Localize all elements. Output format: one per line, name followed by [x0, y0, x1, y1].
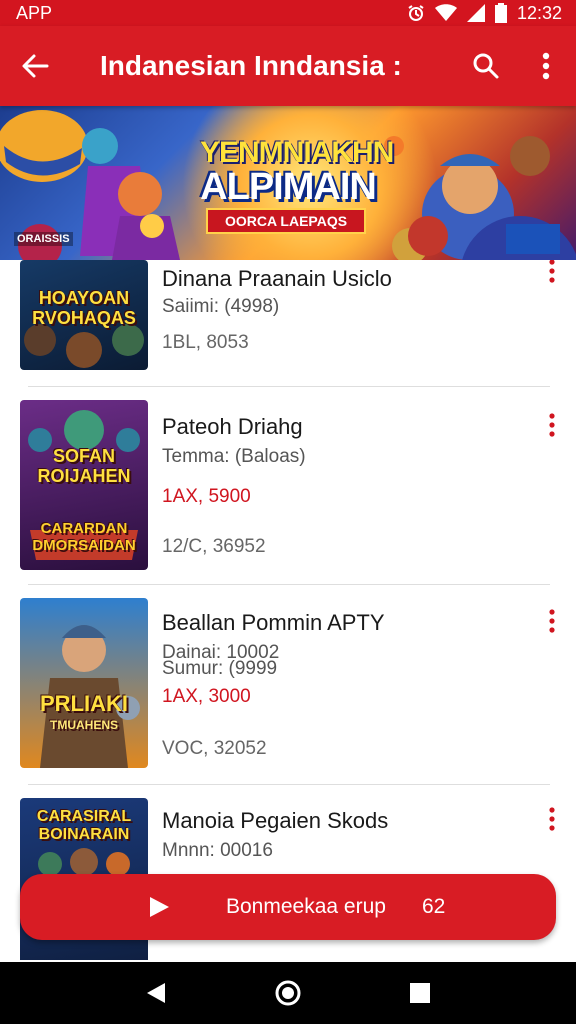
item-meta: Mnnn: 00016	[162, 840, 273, 861]
list-divider	[28, 584, 550, 585]
item-meta: Temma: (Baloas)	[162, 446, 306, 467]
alarm-icon	[407, 4, 425, 22]
item-name: Pateoh Driahg	[162, 414, 303, 439]
more-vert-icon[interactable]	[540, 260, 564, 286]
status-icons: 12:32	[407, 3, 562, 24]
item-meta: Saiimi: (4998)	[162, 296, 280, 317]
status-app-label: APP	[16, 2, 53, 23]
more-vert-icon[interactable]	[516, 26, 576, 106]
install-button[interactable]: Bonmeekaa erup 62	[20, 874, 556, 940]
back-triangle-icon[interactable]	[136, 973, 176, 1013]
item-thumbnail: PRLIAKI TMUAHENS	[20, 598, 148, 768]
item-thumbnail-subtitle: CARARDAN DMORSAIDAN	[32, 520, 136, 554]
play-icon	[148, 896, 170, 923]
app-bar: Indanesian Inndansia :	[0, 26, 576, 106]
item-price: 1AX, 5900	[162, 486, 251, 507]
signal-icon	[466, 4, 485, 22]
list-divider	[28, 784, 550, 785]
page-title: Indanesian Inndansia :	[100, 50, 402, 81]
list-item[interactable]: SOFAN ROIJAHEN CARARDAN DMORSAIDAN Pateo…	[0, 400, 576, 580]
banner-subtitle: OORCA LAEPAQS	[206, 208, 366, 234]
item-thumbnail-art	[40, 625, 140, 768]
back-arrow-icon[interactable]	[0, 26, 70, 106]
item-thumbnail-title: PRLIAKI	[40, 691, 128, 716]
featured-banner[interactable]: YENMNIAKHN ALPIMAIN OORCA LAEPAQS ORAISS…	[0, 106, 576, 260]
banner-headline: YENMNIAKHN ALPIMAIN	[200, 136, 394, 208]
banner-corner-tag: ORAISSIS	[14, 232, 73, 246]
item-thumbnail-subtitle: TMUAHENS	[50, 718, 118, 732]
more-vert-icon[interactable]	[540, 606, 564, 636]
recents-square-icon[interactable]	[400, 973, 440, 1013]
item-count: 1BL, 8053	[162, 332, 249, 353]
battery-icon	[494, 3, 507, 23]
item-name: Dinana Praanain Usiclo	[162, 266, 392, 291]
home-circle-icon[interactable]	[268, 973, 308, 1013]
item-thumbnail: SOFAN ROIJAHEN CARARDAN DMORSAIDAN	[20, 400, 148, 570]
app-list: HOAYOAN RVOHAQAS Dinana Praanain Usiclo …	[0, 260, 576, 960]
item-name: Manoia Pegaien Skods	[162, 808, 389, 833]
list-item[interactable]: PRLIAKI TMUAHENS Beallan Pommin APTY Dai…	[0, 598, 576, 778]
list-divider	[28, 386, 550, 387]
search-icon[interactable]	[456, 26, 516, 106]
item-meta-secondary: Sumur: (9999	[162, 658, 278, 679]
item-thumbnail-title: HOAYOAN RVOHAQAS	[32, 288, 136, 328]
more-vert-icon[interactable]	[540, 804, 564, 834]
system-nav-bar	[0, 962, 576, 1024]
status-time: 12:32	[516, 2, 562, 23]
install-button-count: 62	[422, 895, 446, 918]
status-bar: APP 12:32	[0, 0, 576, 26]
install-button-label: Bonmeekaa erup	[226, 895, 386, 918]
banner-headline-line2: ALPIMAIN	[200, 166, 377, 208]
app-screen: APP 12:32 Indanesian Inndansia : YENMNIA…	[0, 0, 576, 1024]
item-price: 1AX, 3000	[162, 686, 251, 707]
item-name: Beallan Pommin APTY	[162, 610, 385, 635]
item-thumbnail-title: CARASIRAL BOINARAIN	[36, 808, 132, 843]
more-vert-icon[interactable]	[540, 410, 564, 440]
banner-headline-line1: YENMNIAKHN	[200, 136, 394, 169]
list-item[interactable]: HOAYOAN RVOHAQAS Dinana Praanain Usiclo …	[0, 260, 576, 388]
wifi-icon	[434, 4, 457, 22]
item-thumbnail-title: SOFAN ROIJAHEN	[37, 446, 131, 486]
item-thumbnail: HOAYOAN RVOHAQAS	[20, 260, 148, 370]
item-count: 12/C, 36952	[162, 536, 266, 557]
item-count: VOC, 32052	[162, 738, 267, 759]
